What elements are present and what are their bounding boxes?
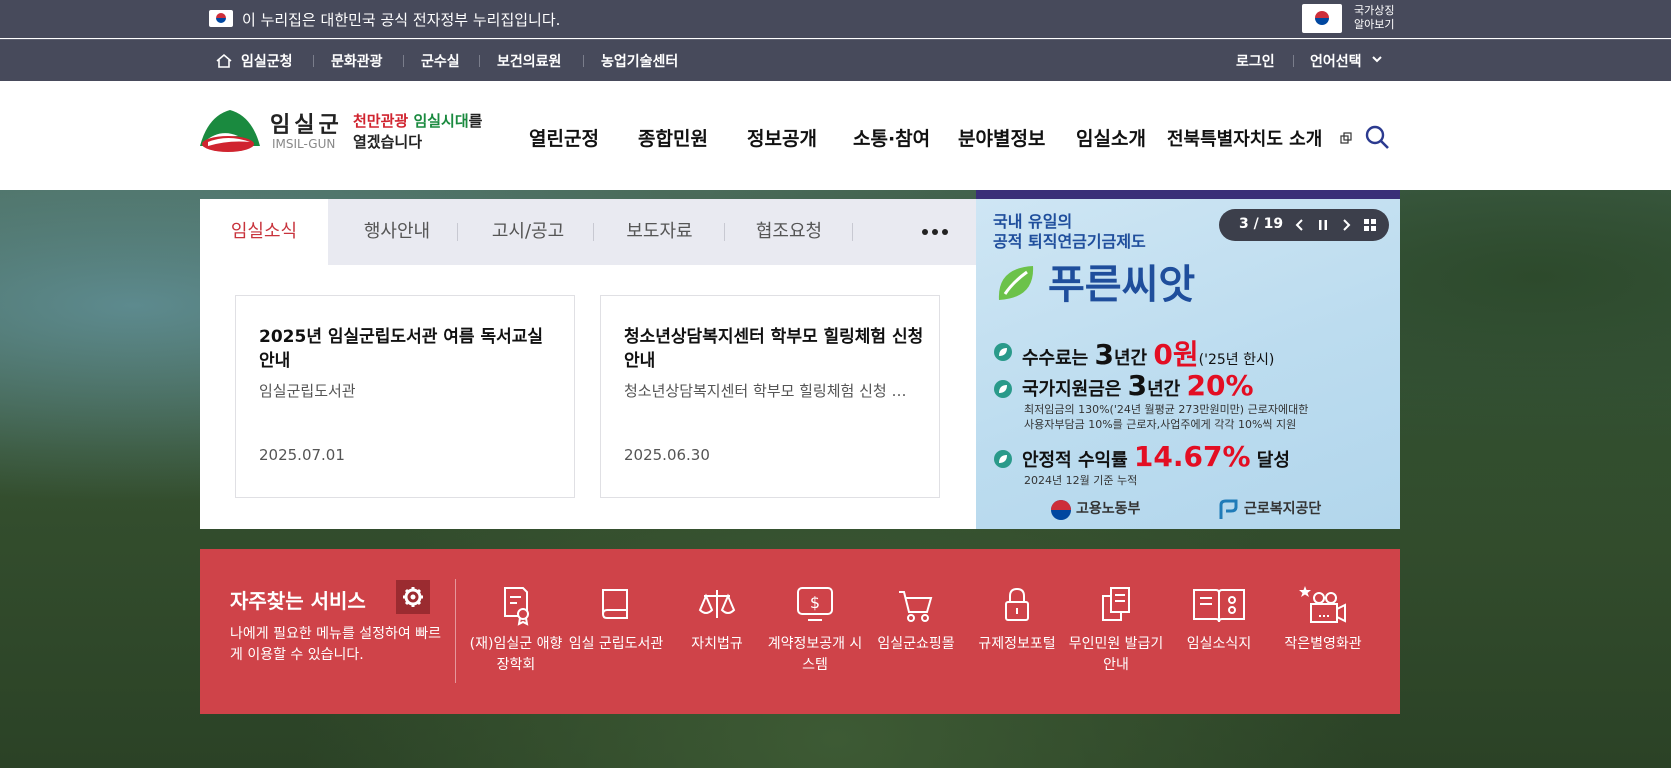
- grid-view-icon[interactable]: [1363, 218, 1377, 232]
- news-panel: 임실소식 행사안내 고시/공고 보도자료 협조요청 2025년 임실군립도서관 …: [200, 199, 976, 529]
- service-shopping-mall[interactable]: 임실군쇼핑몰: [868, 584, 964, 655]
- leaf-bullet-icon: [994, 380, 1012, 398]
- gnb-field-info[interactable]: 분야별정보: [958, 124, 1045, 151]
- slogan: 천만관광 임실시대를 열겠습니다: [353, 112, 483, 151]
- comwel-logo-icon: [1219, 499, 1238, 519]
- ministry-emblem-icon: [1051, 500, 1071, 520]
- util-link-health[interactable]: 보건의료원: [497, 51, 561, 71]
- tab-press[interactable]: 보도자료: [593, 199, 726, 265]
- gnb-participation[interactable]: 소통·참여: [853, 124, 930, 151]
- service-kiosk[interactable]: 무인민원 발급기 안내: [1068, 584, 1164, 676]
- services-desc: 나에게 필요한 메뉴를 설정하여 빠르게 이용할 수 있습니다.: [230, 626, 441, 663]
- gnb-about-imsil[interactable]: 임실소개: [1076, 124, 1146, 151]
- national-symbol-flag-icon[interactable]: [1302, 4, 1342, 33]
- banner-line-fee: 수수료는 3년간 0원('25년 한시): [1022, 338, 1275, 371]
- certificate-icon: [504, 587, 529, 626]
- cart-icon: [899, 591, 933, 622]
- news-card[interactable]: 청소년상담복지센터 학부모 힐링체험 신청 안내 청소년상담복지센터 학부모 힐…: [600, 295, 940, 498]
- scale-icon: [698, 590, 736, 618]
- frequent-services: 자주찾는 서비스 나에게 필요한 메뉴를 설정하여 빠르게 이용할 수 있습니다…: [200, 549, 1400, 714]
- news-card-title: 2025년 임실군립도서관 여름 독서교실 안내: [259, 327, 544, 371]
- service-bylaws[interactable]: 자치법규: [669, 584, 765, 655]
- news-card-title: 청소년상담복지센터 학부모 힐링체험 신청 안내: [624, 327, 924, 371]
- gnb-info-disclosure[interactable]: 정보공개: [747, 124, 817, 151]
- login-link[interactable]: 로그인: [1236, 51, 1275, 71]
- service-regulation-portal[interactable]: 규제정보포털: [969, 584, 1065, 655]
- news-card-desc: 청소년상담복지센터 학부모 힐링체험 신청 안내: [624, 382, 914, 400]
- more-icon[interactable]: [922, 229, 948, 235]
- divider: [455, 579, 456, 683]
- tab-imsil-news[interactable]: 임실소식: [200, 199, 328, 265]
- settings-gear-icon[interactable]: [396, 580, 430, 614]
- movie-camera-icon: [1299, 586, 1346, 623]
- org-comwel: 근로복지공단: [1244, 501, 1322, 517]
- divider: [403, 55, 404, 67]
- divider: [479, 55, 480, 67]
- promo-banner[interactable]: 국내 유일의 공적 퇴직연금기금제도 푸른씨앗 3 / 19 수수료는 3년간 …: [976, 190, 1400, 529]
- news-card[interactable]: 2025년 임실군립도서관 여름 독서교실 안내 임실군립도서관 2025.07…: [235, 295, 575, 498]
- national-symbol-link[interactable]: 국가상징 알아보기: [1354, 4, 1394, 32]
- leaf-bullet-icon: [994, 343, 1012, 361]
- leaf-logo-icon: [998, 266, 1034, 300]
- korea-flag-icon: [209, 10, 233, 27]
- news-card-date: 2025.07.01: [259, 446, 345, 464]
- leaf-bullet-icon: [994, 450, 1012, 468]
- documents-icon: [1102, 587, 1130, 621]
- gov-notice-text: 이 누리집은 대한민국 공식 전자정부 누리집입니다.: [242, 11, 561, 29]
- slide-counter: 3 / 19: [1239, 216, 1284, 232]
- banner-line-subsidy: 국가지원금은 3년간 20%: [1022, 369, 1254, 402]
- banner-brand: 푸른씨앗: [1048, 262, 1196, 308]
- tab-events[interactable]: 행사안내: [328, 199, 466, 265]
- gov-notice-bar: 이 누리집은 대한민국 공식 전자정부 누리집입니다. 국가상징 알아보기: [0, 0, 1671, 38]
- service-cinema[interactable]: 작은별영화관: [1268, 584, 1378, 655]
- search-icon[interactable]: [1364, 124, 1390, 150]
- banner-line-return: 안정적 수익률 14.67% 달성: [1022, 440, 1290, 473]
- utility-nav: 임실군청 문화관광 군수실 보건의료원 농업기술센터 로그인 언어선택: [0, 39, 1671, 81]
- book-icon: [602, 589, 628, 619]
- svg-text:$: $: [810, 593, 820, 612]
- service-newsletter[interactable]: 임실소식지: [1171, 584, 1267, 655]
- dollar-monitor-icon: $: [797, 587, 833, 621]
- logo-en: IMSIL-GUN: [272, 137, 336, 151]
- service-scholarship[interactable]: (재)임실군 애향장학회: [468, 584, 564, 676]
- divider: [852, 223, 853, 241]
- news-tabs: 임실소식 행사안내 고시/공고 보도자료 협조요청: [200, 199, 976, 265]
- util-link-mayor[interactable]: 군수실: [421, 51, 460, 71]
- prev-icon[interactable]: [1293, 218, 1307, 232]
- banner-kicker: 국내 유일의 공적 퇴직연금기금제도: [993, 212, 1146, 251]
- home-icon: [216, 53, 232, 68]
- util-link-agri[interactable]: 농업기술센터: [601, 51, 678, 71]
- services-title: 자주찾는 서비스: [230, 589, 366, 613]
- external-link-icon: [1340, 132, 1352, 144]
- lock-icon: [1005, 587, 1029, 621]
- imsil-logo-icon[interactable]: [198, 106, 262, 152]
- divider: [313, 55, 314, 67]
- news-card-desc: 임실군립도서관: [259, 382, 356, 400]
- divider: [1293, 55, 1294, 67]
- next-icon[interactable]: [1339, 218, 1353, 232]
- banner-subsidy-detail: 최저임금의 130%('24년 월평균 273만원미만) 근로자에대한 사용자부…: [1024, 403, 1309, 431]
- org-ministry: 고용노동부: [1076, 501, 1141, 517]
- divider: [457, 223, 458, 241]
- divider: [583, 55, 584, 67]
- pause-icon[interactable]: [1316, 218, 1330, 232]
- tab-cooperation[interactable]: 협조요청: [724, 199, 854, 265]
- open-book-icon: [1193, 589, 1245, 623]
- util-link-culture[interactable]: 문화관광: [331, 51, 383, 71]
- service-contract-info[interactable]: $ 계약정보공개 시스템: [767, 584, 863, 676]
- util-link-imsil[interactable]: 임실군청: [241, 51, 293, 71]
- gnb-open-admin[interactable]: 열린군정: [529, 124, 599, 151]
- tab-notices[interactable]: 고시/공고: [460, 199, 596, 265]
- language-select[interactable]: 언어선택: [1310, 51, 1362, 71]
- gnb-jeonbuk[interactable]: 전북특별자치도 소개: [1167, 125, 1322, 151]
- chevron-down-icon: [1372, 56, 1382, 63]
- service-library[interactable]: 임실 군립도서관: [568, 584, 664, 655]
- gnb-civil-service[interactable]: 종합민원: [638, 124, 708, 151]
- banner-return-note: 2024년 12월 기준 누적: [1024, 474, 1138, 487]
- banner-controls: 3 / 19: [1219, 209, 1389, 241]
- banner-top-line: [976, 190, 1400, 199]
- news-card-date: 2025.06.30: [624, 446, 710, 464]
- logo-name: 임실군: [270, 113, 343, 138]
- site-header: 임실군 IMSIL-GUN 천만관광 임실시대를 열겠습니다 열린군정 종합민원…: [0, 81, 1671, 190]
